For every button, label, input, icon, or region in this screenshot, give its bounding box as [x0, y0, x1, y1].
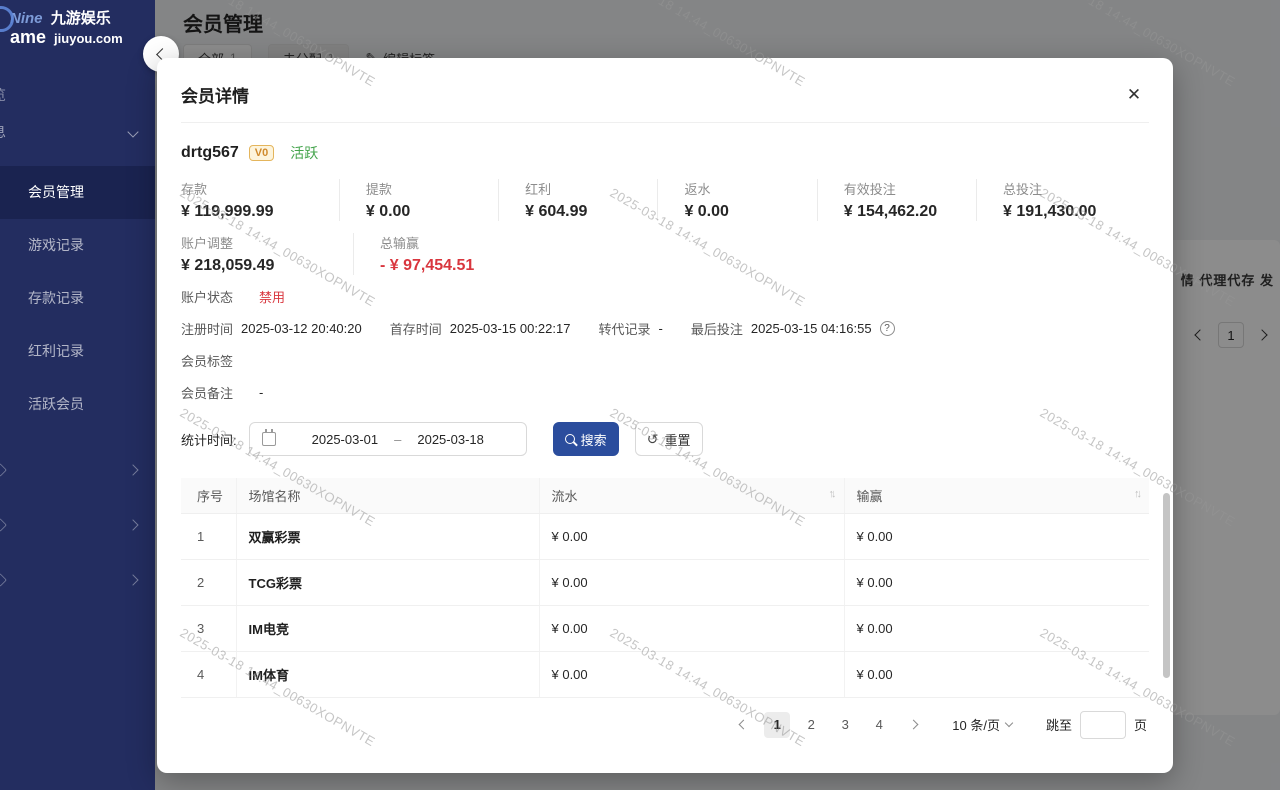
- stats-row-1: 存款 ¥ 119,999.99 提款 ¥ 0.00 红利 ¥ 604.99 返水…: [181, 179, 1149, 221]
- modal-pagination: 1 2 3 4 10 条/页 跳至 页: [181, 711, 1149, 739]
- register-time: 注册时间 2025-03-12 20:40:20: [181, 319, 362, 338]
- logo-brand: 九游娱乐: [51, 10, 111, 27]
- sidebar-item-deposit-records[interactable]: 存款记录: [0, 272, 155, 325]
- question-circle-icon[interactable]: [880, 321, 895, 336]
- sidebar-menu: 会员管理 游戏记录 存款记录 红利记录 活跃会员: [0, 166, 155, 431]
- stat-account-adjustment: 账户调整 ¥ 218,059.49: [181, 233, 353, 275]
- sidebar-group-3[interactable]: [0, 553, 155, 608]
- stat-withdrawal: 提款 ¥ 0.00: [339, 179, 498, 221]
- page-4[interactable]: 4: [866, 712, 892, 738]
- sidebar-item-active-members[interactable]: 活跃会员: [0, 378, 155, 431]
- sidebar-fragment-top: 览: [0, 78, 155, 112]
- page-3[interactable]: 3: [832, 712, 858, 738]
- stat-total-bets: 总投注 ¥ 191,430.00: [976, 179, 1149, 221]
- member-remark-row: 会员备注 -: [181, 383, 1149, 402]
- column-turnover[interactable]: 流水: [539, 478, 844, 513]
- date-start[interactable]: 2025-03-01: [312, 432, 379, 447]
- sidebar-group-member-info[interactable]: 息: [0, 112, 155, 152]
- column-venue: 场馆名称: [236, 478, 539, 513]
- sidebar-item-game-records[interactable]: 游戏记录: [0, 219, 155, 272]
- logo-line2: ame: [10, 27, 46, 47]
- stat-total-winloss: 总输赢 - ¥ 97,454.51: [353, 233, 673, 275]
- modal-title: 会员详情: [181, 82, 1149, 107]
- first-deposit-time: 首存时间 2025-03-15 00:22:17: [390, 319, 571, 338]
- search-button[interactable]: 搜索: [553, 422, 619, 456]
- prev-page-icon[interactable]: [730, 712, 756, 738]
- sidebar: Nine 九游娱乐 ame jiuyou.com 览 息 会员管理 游戏记录 存…: [0, 0, 155, 790]
- table-row: 1 双赢彩票 ¥ 0.00 ¥ 0.00: [181, 513, 1149, 559]
- app-logo: Nine 九游娱乐 ame jiuyou.com: [0, 0, 155, 54]
- logo-domain: jiuyou.com: [54, 31, 123, 46]
- reset-button[interactable]: 重置: [635, 422, 703, 456]
- chevron-right-icon: [127, 575, 138, 586]
- page-1[interactable]: 1: [764, 712, 790, 738]
- sidebar-group-2[interactable]: [0, 498, 155, 553]
- stats-filter-row: 统计时间: 2025-03-01 – 2025-03-18 搜索 重置: [181, 422, 1149, 456]
- sidebar-item-bonus-records[interactable]: 红利记录: [0, 325, 155, 378]
- page-jump-input[interactable]: [1080, 711, 1126, 739]
- sidebar-group-1[interactable]: [0, 443, 155, 498]
- stat-valid-bets: 有效投注 ¥ 154,462.20: [817, 179, 976, 221]
- chevron-down-icon: [127, 126, 138, 137]
- date-end[interactable]: 2025-03-18: [417, 432, 484, 447]
- table-header-row: 序号 场馆名称 流水 输赢: [181, 478, 1149, 513]
- venue-stats-table: 序号 场馆名称 流水 输赢 1 双赢彩票 ¥ 0.00: [181, 478, 1149, 698]
- times-row: 注册时间 2025-03-12 20:40:20 首存时间 2025-03-15…: [181, 319, 1149, 338]
- sort-icon[interactable]: [829, 488, 834, 500]
- member-detail-modal: 会员详情 drtg567 V0 活跃 存款 ¥ 119,999.99 提款 ¥ …: [157, 58, 1173, 773]
- stat-rebate: 返水 ¥ 0.00: [657, 179, 816, 221]
- last-bet-time: 最后投注 2025-03-15 04:16:55: [691, 319, 895, 338]
- page-2[interactable]: 2: [798, 712, 824, 738]
- account-status-row: 账户状态 禁用: [181, 287, 1149, 306]
- next-page-icon[interactable]: [900, 712, 926, 738]
- table-row: 4 IM体育 ¥ 0.00 ¥ 0.00: [181, 651, 1149, 697]
- member-username: drtg567: [181, 144, 239, 162]
- close-icon[interactable]: [1123, 84, 1145, 106]
- group-icon: [0, 463, 7, 477]
- account-status-value: 禁用: [259, 287, 285, 306]
- member-status: 活跃: [290, 143, 318, 163]
- member-tags-row: 会员标签: [181, 351, 1149, 370]
- agent-transfer-record: 转代记录 -: [598, 319, 662, 338]
- modal-header: 会员详情: [181, 58, 1149, 123]
- table-row: 3 IM电竞 ¥ 0.00 ¥ 0.00: [181, 605, 1149, 651]
- sidebar-item-member-management[interactable]: 会员管理: [0, 166, 155, 219]
- stats-time-label: 统计时间:: [181, 430, 237, 449]
- page-size-select[interactable]: 10 条/页: [952, 715, 1012, 734]
- reset-icon: [647, 431, 659, 448]
- modal-scrollbar-thumb[interactable]: [1163, 493, 1170, 678]
- table-row: 2 TCG彩票 ¥ 0.00 ¥ 0.00: [181, 559, 1149, 605]
- group-icon: [0, 573, 7, 587]
- search-icon: [565, 434, 575, 444]
- chevron-right-icon: [127, 465, 138, 476]
- stat-bonus: 红利 ¥ 604.99: [498, 179, 657, 221]
- date-separator: –: [394, 432, 401, 447]
- column-winloss[interactable]: 输赢: [844, 478, 1149, 513]
- sort-icon[interactable]: [1134, 488, 1139, 500]
- stat-deposit: 存款 ¥ 119,999.99: [181, 179, 339, 221]
- group-icon: [0, 518, 7, 532]
- date-range-picker[interactable]: 2025-03-01 – 2025-03-18: [249, 422, 527, 456]
- member-level-badge: V0: [249, 145, 274, 161]
- chevron-right-icon: [127, 520, 138, 531]
- stats-row-2: 账户调整 ¥ 218,059.49 总输赢 - ¥ 97,454.51: [181, 233, 1149, 275]
- column-index: 序号: [181, 478, 236, 513]
- calendar-icon: [262, 432, 276, 446]
- page-jump: 跳至 页: [1046, 711, 1147, 739]
- chevron-down-icon: [1005, 719, 1013, 727]
- member-summary: drtg567 V0 活跃: [181, 143, 1149, 163]
- logo-accent: Nine: [10, 10, 43, 27]
